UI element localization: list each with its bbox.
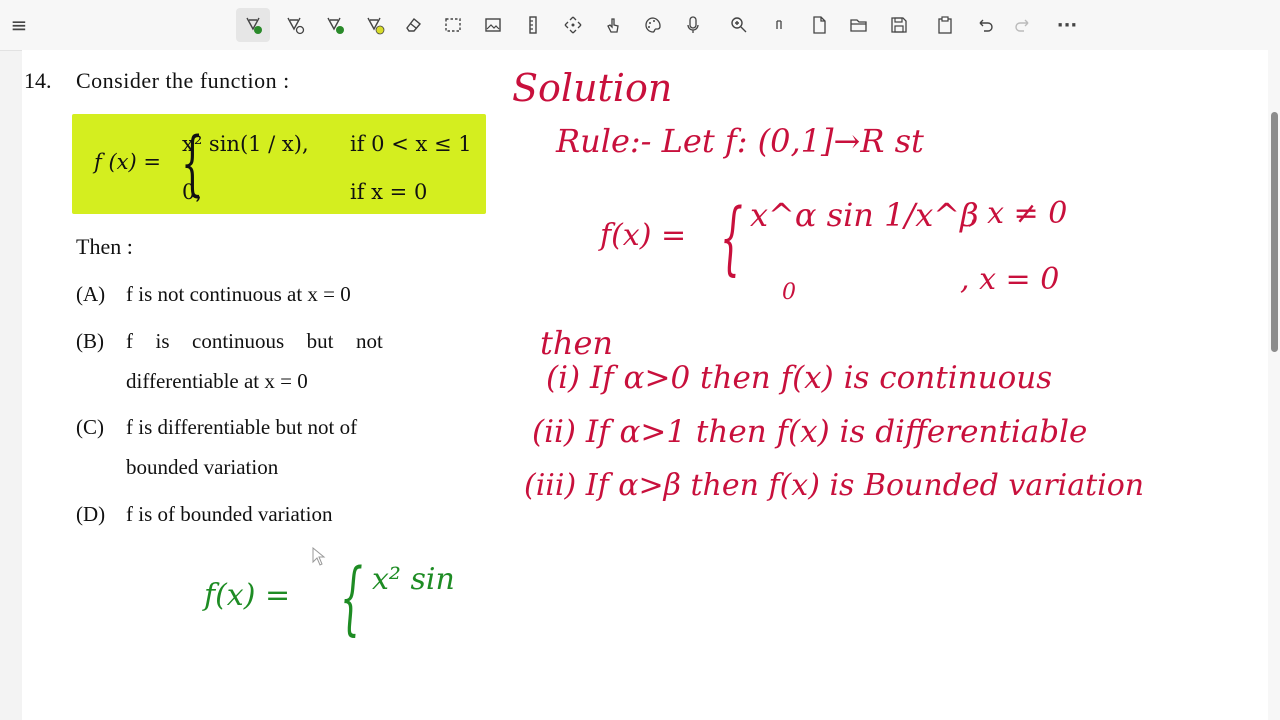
option-a-text: f is not continuous at x = 0 [126, 282, 351, 306]
ruler-icon[interactable] [516, 8, 550, 42]
option-d-label: (D) [76, 502, 106, 526]
handwritten-case2-condition: , x = 0 [960, 262, 1060, 297]
clipboard-icon[interactable] [928, 8, 962, 42]
open-folder-icon[interactable] [842, 8, 876, 42]
handwritten-green-brace: { [339, 551, 363, 644]
option-b-label: (B) [76, 329, 104, 353]
pen-green-2-icon[interactable] [318, 8, 352, 42]
option-a-label: (A) [76, 282, 106, 306]
then-label: Then : [76, 234, 133, 259]
option-c-text-line1: f is differentiable but not of [126, 415, 358, 439]
handwritten-solution-title: Solution [512, 66, 673, 110]
handwritten-rule-iii: (iii) If α>β then f(x) is Bounded variat… [524, 468, 1145, 503]
question-prompt: Consider the function : [76, 68, 290, 93]
zoom-icon[interactable] [722, 8, 756, 42]
option-c-text-line2: bounded variation [126, 455, 279, 479]
microphone-icon[interactable] [676, 8, 710, 42]
lasso-select-icon[interactable] [436, 8, 470, 42]
option-b-text-line2: differentiable at x = 0 [126, 369, 308, 393]
handwritten-green-fx: f(x) = [204, 578, 291, 613]
touch-icon[interactable] [596, 8, 630, 42]
undo-icon[interactable] [968, 8, 1002, 42]
scrollbar[interactable] [1268, 50, 1280, 720]
pen-green-icon[interactable] [236, 8, 270, 42]
scrollbar-thumb[interactable] [1271, 112, 1278, 352]
option-d-text: f is of bounded variation [126, 502, 333, 526]
move-icon[interactable] [556, 8, 590, 42]
image-icon[interactable] [476, 8, 510, 42]
text-cursor-icon[interactable] [762, 8, 796, 42]
menu-icon[interactable]: ≡ [2, 8, 36, 42]
function-lhs: f (x) = [94, 150, 161, 174]
handwritten-rule: Rule:- Let f: (0,1]→R st [556, 122, 924, 160]
handwritten-case2: 0 [782, 280, 796, 305]
option-c-label: (C) [76, 415, 104, 439]
handwritten-case1-condition: , x ≠ 0 [968, 196, 1068, 231]
redo-icon[interactable] [1006, 8, 1040, 42]
handwritten-rule-ii: (ii) If α>1 then f(x) is differentiable [532, 414, 1088, 450]
handwritten-case1: x^α sin 1/x^β [750, 196, 979, 234]
case1-condition: if 0 < x ≤ 1 [350, 132, 472, 156]
question-number: 14. [24, 68, 52, 93]
handwritten-fx: f(x) = [600, 218, 687, 253]
case1-expression: x² sin(1 / x), [182, 132, 309, 156]
toolbar: ≡ ··· [0, 0, 1280, 51]
case2-expression: 0, [182, 180, 203, 204]
save-icon[interactable] [882, 8, 916, 42]
handwritten-rule-i: (i) If α>0 then f(x) is continuous [546, 360, 1053, 396]
handwritten-then: then [540, 324, 614, 362]
handwritten-green-expr: x² sin [372, 562, 455, 597]
mouse-cursor-icon [312, 547, 326, 566]
new-page-icon[interactable] [802, 8, 836, 42]
eraser-icon[interactable] [396, 8, 430, 42]
option-b-text-line1: f is continuous but not [126, 329, 383, 353]
pen-outline-icon[interactable] [278, 8, 312, 42]
pen-yellow-icon[interactable] [358, 8, 392, 42]
palette-icon[interactable] [636, 8, 670, 42]
more-icon[interactable]: ··· [1050, 8, 1084, 42]
handwritten-brace: { [719, 191, 743, 284]
case2-condition: if x = 0 [350, 180, 428, 204]
